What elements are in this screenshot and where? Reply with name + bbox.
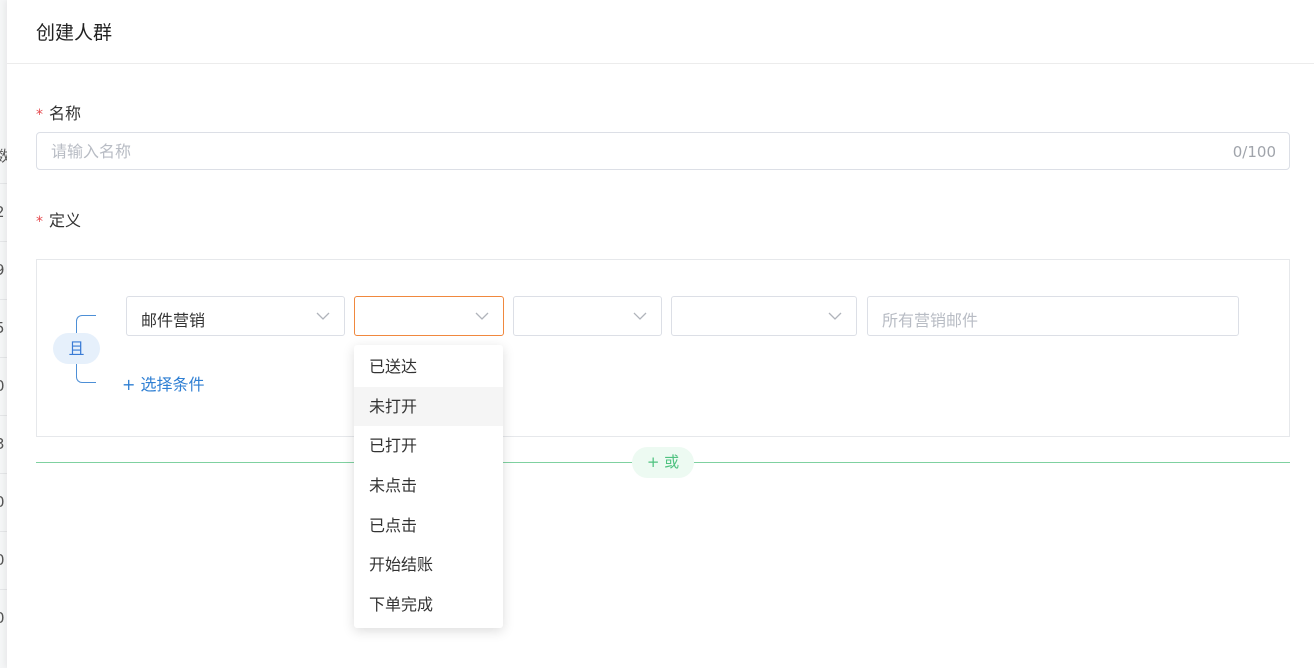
background-cell: 0 xyxy=(0,493,7,511)
add-or-group-button[interactable]: + 或 xyxy=(632,447,694,478)
chevron-down-icon xyxy=(633,312,647,320)
name-input-wrapper: 0/100 xyxy=(36,132,1290,170)
event-select[interactable] xyxy=(354,296,504,336)
required-asterisk: * xyxy=(36,214,43,230)
email-filter-input[interactable]: 所有营销邮件 xyxy=(867,296,1239,336)
and-logic-toggle[interactable]: 且 xyxy=(53,333,100,364)
background-divider xyxy=(0,241,7,242)
channel-select-value: 邮件营销 xyxy=(141,311,206,330)
operator-select[interactable] xyxy=(513,296,662,336)
required-asterisk: * xyxy=(36,107,43,123)
value-select[interactable] xyxy=(671,296,857,336)
event-dropdown-menu: 已送达 未打开 已打开 未点击 已点击 开始结账 下单完成 xyxy=(354,345,503,628)
add-condition-button[interactable]: + 选择条件 xyxy=(122,371,205,395)
background-cell: 9 xyxy=(0,261,7,279)
dropdown-option[interactable]: 未点击 xyxy=(354,466,503,506)
background-cell: 0 xyxy=(0,377,7,395)
dropdown-option[interactable]: 已送达 xyxy=(354,347,503,387)
channel-select[interactable]: 邮件营销 xyxy=(126,296,345,336)
chevron-down-icon xyxy=(316,312,330,320)
chevron-down-icon xyxy=(828,312,842,320)
chevron-down-icon xyxy=(475,312,489,320)
background-cell: 2 xyxy=(0,203,7,221)
background-cell: 3 xyxy=(0,435,7,453)
dropdown-option[interactable]: 已点击 xyxy=(354,506,503,546)
background-divider xyxy=(0,473,7,474)
definition-group: 且 邮件营销 所有营销邮件 + 选择条件 xyxy=(36,259,1290,437)
name-field-label: * 名称 xyxy=(36,104,82,123)
background-divider xyxy=(0,299,7,300)
drawer-header: 创建人群 xyxy=(7,0,1314,64)
background-cell: 数 xyxy=(0,145,7,166)
background-divider xyxy=(0,531,7,532)
background-cell: 0 xyxy=(0,609,7,627)
create-audience-drawer: 创建人群 *名称 0/100 *定义 且 邮件营销 所有营销邮件 xyxy=(7,0,1314,668)
name-input[interactable] xyxy=(37,133,1217,169)
background-cell: 0 xyxy=(0,551,7,569)
email-filter-placeholder: 所有营销邮件 xyxy=(882,311,979,330)
background-divider xyxy=(0,183,7,184)
drawer-title: 创建人群 xyxy=(36,22,113,44)
background-divider xyxy=(0,415,7,416)
dropdown-option[interactable]: 开始结账 xyxy=(354,545,503,585)
background-table-edge: 数 2 9 5 0 3 0 0 0 xyxy=(0,0,7,668)
dropdown-option[interactable]: 未打开 xyxy=(354,386,503,427)
background-divider xyxy=(0,357,7,358)
dropdown-option[interactable]: 下单完成 xyxy=(354,585,503,625)
background-divider xyxy=(0,589,7,590)
name-char-counter: 0/100 xyxy=(1232,143,1276,161)
background-cell: 5 xyxy=(0,319,7,337)
definition-field-label: * 定义 xyxy=(36,211,82,230)
dropdown-option[interactable]: 已打开 xyxy=(354,426,503,466)
